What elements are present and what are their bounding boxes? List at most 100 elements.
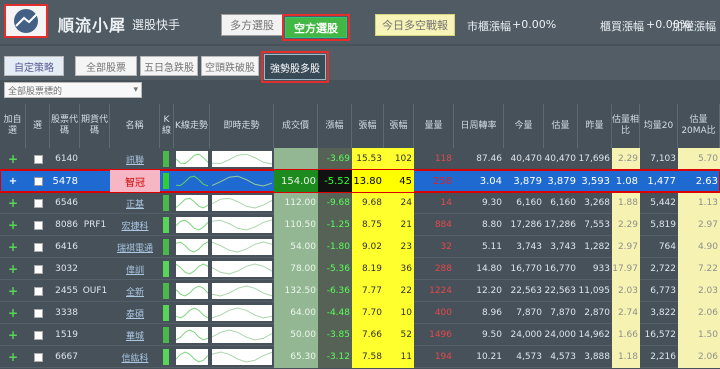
checkbox-icon[interactable]	[33, 286, 43, 296]
row-checkbox[interactable]	[26, 148, 50, 170]
checkbox-icon[interactable]	[33, 198, 43, 208]
custom-strategy-button[interactable]: 自定策略	[4, 56, 64, 76]
column-header[interactable]: 成交價	[274, 104, 318, 148]
table-row[interactable]: +3338 泰碩 64.00 -4.48 7.70 10 400 8.96 7,870 7,870…	[0, 302, 720, 324]
stock-name[interactable]: 信紘科	[110, 346, 160, 368]
intraday-sparkline	[212, 349, 272, 365]
column-header[interactable]: 加自選	[0, 104, 26, 148]
column-header[interactable]: 日周轉率	[454, 104, 504, 148]
stock-name[interactable]: 偉訓	[110, 258, 160, 280]
avg-volume-20: 5,819	[650, 220, 676, 230]
column-header[interactable]: 張幅	[384, 104, 414, 148]
add-watchlist-button[interactable]: +	[0, 280, 26, 302]
column-header[interactable]: 選	[26, 104, 50, 148]
short-screen-button[interactable]: 空方選股	[282, 14, 350, 41]
stock-name[interactable]: 訊聯	[110, 148, 160, 170]
column-header[interactable]: K線	[160, 104, 174, 148]
row-checkbox[interactable]	[26, 324, 50, 346]
add-watchlist-button[interactable]: +	[0, 170, 26, 192]
stock-name[interactable]: 正基	[110, 192, 160, 214]
row-checkbox[interactable]	[26, 170, 50, 192]
column-header[interactable]: 即時走勢	[210, 104, 274, 148]
column-header[interactable]: 期貨代碼	[80, 104, 110, 148]
long-screen-button[interactable]: 多方選股	[221, 14, 283, 36]
column-header[interactable]: 估量20MA比	[678, 104, 720, 148]
range-1: 13.80	[352, 170, 384, 192]
five-day-drop-button[interactable]: 五日急跌股	[140, 56, 198, 76]
ma20-ratio: 2.06	[678, 346, 720, 368]
add-watchlist-button[interactable]: +	[0, 258, 26, 280]
checkbox-icon[interactable]	[33, 242, 43, 252]
table-row[interactable]: +1519 華城 50.00 -3.85 7.66 52 1496 9.50 24,000 24,…	[0, 324, 720, 346]
candle-icon	[163, 173, 169, 189]
volume-ratio: 2.03	[612, 280, 640, 302]
column-header[interactable]: 估量	[544, 104, 578, 148]
stock-name[interactable]: 智冠	[110, 170, 160, 192]
est-volume: 40,470	[544, 154, 577, 164]
column-header[interactable]: 張幅	[352, 104, 384, 148]
add-watchlist-button[interactable]: +	[0, 302, 26, 324]
today-report-button[interactable]: 今日多空戰報	[375, 14, 455, 36]
row-checkbox[interactable]	[26, 192, 50, 214]
column-header[interactable]: 名稱	[110, 104, 160, 148]
volume-ratio: 17.97	[612, 258, 640, 280]
column-header[interactable]: 股票代碼	[50, 104, 80, 148]
add-watchlist-button[interactable]: +	[0, 214, 26, 236]
range-2: 22	[384, 280, 414, 302]
k-trend-sparkline	[176, 327, 208, 343]
column-header[interactable]: 估量相比	[612, 104, 640, 148]
checkbox-icon[interactable]	[33, 352, 43, 362]
stock-name[interactable]: 宏捷科	[110, 214, 160, 236]
column-header[interactable]: 均量20	[640, 104, 678, 148]
add-watchlist-button[interactable]: +	[0, 346, 26, 368]
volume-ratio: 1.66	[612, 324, 640, 346]
column-header[interactable]: 昨量	[578, 104, 612, 148]
yesterday-volume: 3,593	[581, 175, 610, 187]
row-checkbox[interactable]	[26, 346, 50, 368]
checkbox-icon[interactable]	[33, 154, 43, 164]
row-checkbox[interactable]	[26, 302, 50, 324]
checkbox-icon[interactable]	[33, 330, 43, 340]
column-header[interactable]: K線走勢	[174, 104, 210, 148]
stock-name[interactable]: 泰碩	[110, 302, 160, 324]
add-watchlist-button[interactable]: +	[0, 148, 26, 170]
strong-stocks-button[interactable]: 強勢股多股	[261, 51, 329, 83]
k-trend-sparkline	[176, 217, 208, 233]
stock-name[interactable]: 瑞祺電通	[110, 236, 160, 258]
table-row[interactable]: +6546 正基 112.00 -9.68 9.68 24 14 9.30 6,160 6,160…	[0, 192, 720, 214]
checkbox-icon[interactable]	[33, 308, 43, 318]
table-row[interactable]: +6140 訊聯 -3.69 15.53 102 118 87.46 40,470 40,470…	[0, 148, 720, 170]
stock-name[interactable]: 華城	[110, 324, 160, 346]
checkbox-icon[interactable]	[33, 220, 43, 230]
table-row[interactable]: +2455 OUF1 全新 132.50 -6.36 7.77 22 1224 12.20 22,…	[0, 280, 720, 302]
checkbox-icon[interactable]	[33, 176, 43, 186]
row-checkbox[interactable]	[26, 214, 50, 236]
candle-icon	[163, 261, 169, 277]
last-price: 54.00	[274, 236, 318, 258]
bear-break-button[interactable]: 空頭跌破股	[201, 56, 259, 76]
stock-name[interactable]: 全新	[110, 280, 160, 302]
intraday-sparkline	[212, 173, 272, 189]
column-header[interactable]: 漲幅	[318, 104, 352, 148]
add-watchlist-button[interactable]: +	[0, 192, 26, 214]
table-row[interactable]: +6667 信紘科 65.30 -3.12 7.58 11 194 10.21 4,573 4,5…	[0, 346, 720, 368]
turnover-rate: 10.21	[476, 352, 502, 362]
row-checkbox[interactable]	[26, 258, 50, 280]
row-checkbox[interactable]	[26, 236, 50, 258]
checkbox-icon[interactable]	[33, 264, 43, 274]
intraday-sparkline	[212, 217, 272, 233]
table-row[interactable]: +3032 偉訓 78.00 -5.36 8.19 36 288 14.80 16,770 16,…	[0, 258, 720, 280]
all-stocks-button[interactable]: 全部股票	[75, 56, 137, 76]
row-checkbox[interactable]	[26, 280, 50, 302]
table-row[interactable]: +5478 智冠 154.00 -5.52 13.80 45 258 3.04 3,879 3,8…	[0, 169, 720, 193]
table-row[interactable]: +8086 PRF1 宏捷科 110.50 -1.25 8.75 21 884 8.80 17,2…	[0, 214, 720, 236]
avg-volume-20: 1,477	[647, 175, 676, 187]
column-header[interactable]: 量量	[414, 104, 454, 148]
volume-value: 1224	[429, 286, 452, 296]
add-watchlist-button[interactable]: +	[0, 324, 26, 346]
stock-filter-select[interactable]: 全部股票標的 ▾	[4, 82, 142, 98]
stock-code: 6546	[55, 198, 78, 208]
add-watchlist-button[interactable]: +	[0, 236, 26, 258]
column-header[interactable]: 今量	[504, 104, 544, 148]
table-row[interactable]: +6416 瑞祺電通 54.00 -1.80 9.02 23 32 5.11 3,743 3,74…	[0, 236, 720, 258]
